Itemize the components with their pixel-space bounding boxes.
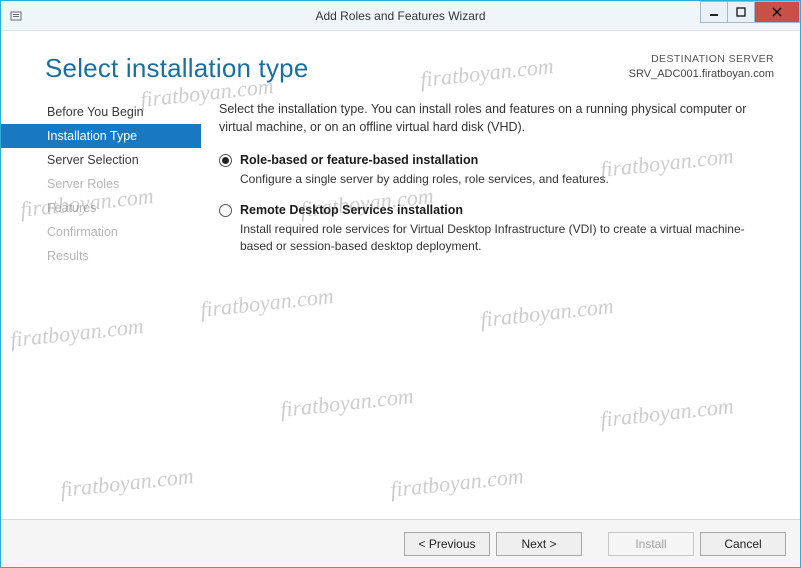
option-rds[interactable]: Remote Desktop Services installation Ins… [219,202,774,255]
previous-button[interactable]: < Previous [404,532,490,556]
page-title: Select installation type [45,53,309,84]
close-button[interactable] [754,1,800,23]
sidebar-item-before-you-begin[interactable]: Before You Begin [1,100,201,124]
sidebar-item-features: Features [1,196,201,220]
title-bar: Add Roles and Features Wizard [1,1,800,31]
minimize-button[interactable] [700,1,728,23]
wizard-window: Add Roles and Features Wizard Select ins… [0,0,801,568]
app-icon [1,9,31,23]
option-body: Remote Desktop Services installation Ins… [240,202,774,255]
sidebar: Before You Begin Installation Type Serve… [1,94,201,519]
header: Select installation type DESTINATION SER… [1,31,800,94]
footer: < Previous Next > Install Cancel [1,519,800,567]
cancel-button[interactable]: Cancel [700,532,786,556]
radio-icon[interactable] [219,154,232,167]
option-body: Role-based or feature-based installation… [240,152,774,188]
option-title: Role-based or feature-based installation [240,152,774,170]
install-button: Install [608,532,694,556]
sidebar-item-installation-type[interactable]: Installation Type [1,124,201,148]
radio-icon[interactable] [219,204,232,217]
destination-value: SRV_ADC001.firatboyan.com [629,67,774,81]
maximize-button[interactable] [727,1,755,23]
window-title: Add Roles and Features Wizard [1,9,800,23]
option-title: Remote Desktop Services installation [240,202,774,220]
window-controls [701,1,800,30]
next-button[interactable]: Next > [496,532,582,556]
sidebar-item-server-selection[interactable]: Server Selection [1,148,201,172]
option-desc: Configure a single server by adding role… [240,171,774,188]
option-desc: Install required role services for Virtu… [240,221,774,256]
sidebar-item-confirmation: Confirmation [1,220,201,244]
intro-text: Select the installation type. You can in… [219,100,774,136]
sidebar-item-server-roles: Server Roles [1,172,201,196]
option-role-based[interactable]: Role-based or feature-based installation… [219,152,774,188]
destination-block: DESTINATION SERVER SRV_ADC001.firatboyan… [629,53,774,81]
content-area: Select the installation type. You can in… [201,94,800,519]
sidebar-item-results: Results [1,244,201,268]
destination-label: DESTINATION SERVER [629,53,774,67]
body: Before You Begin Installation Type Serve… [1,94,800,519]
